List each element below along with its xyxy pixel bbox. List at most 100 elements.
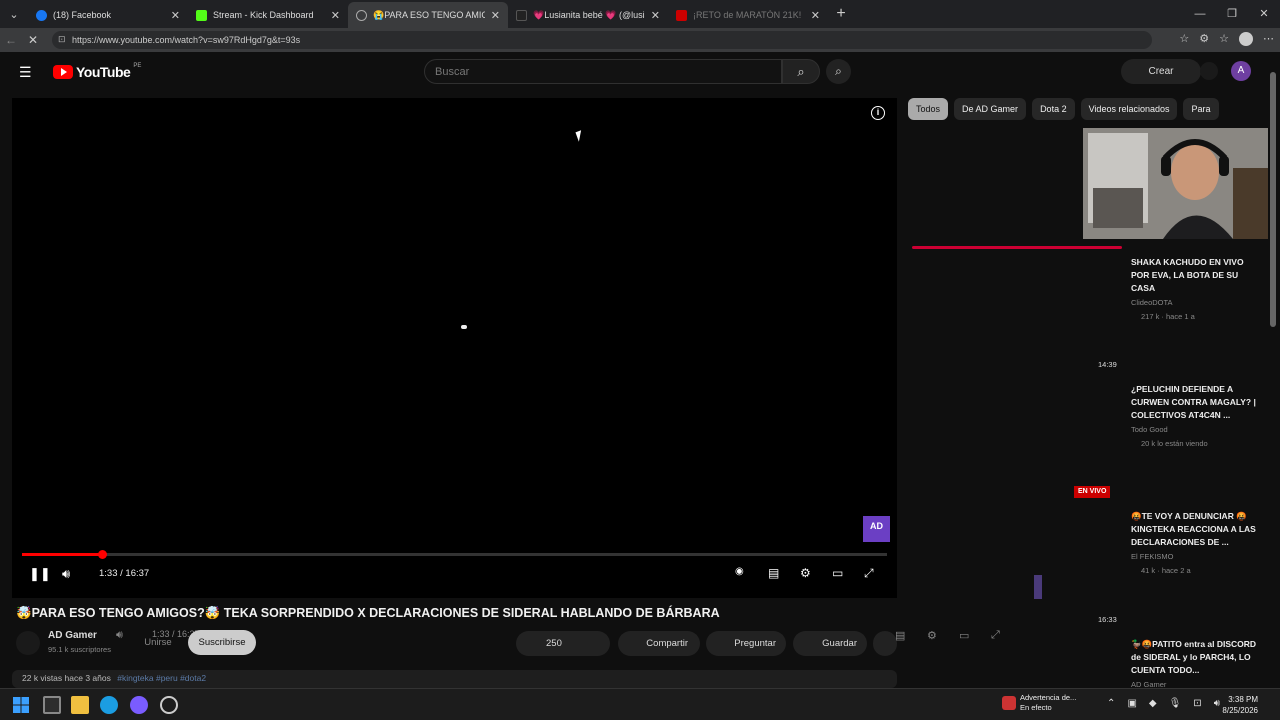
stream-thumbnail-sliver <box>1034 575 1042 599</box>
webcam-image <box>1083 128 1280 239</box>
theater-mode-icon[interactable]: ▭ <box>832 566 843 580</box>
file-explorer-icon[interactable] <box>71 696 89 714</box>
stop-loading-icon[interactable]: ✕ <box>22 33 44 47</box>
scrollbar-thumb[interactable] <box>1270 72 1276 327</box>
address-bar-row: ← ✕ ⊡ https://www.youtube.com/watch?v=sw… <box>0 28 1280 52</box>
subscribe-button[interactable]: Suscribirse <box>188 630 256 655</box>
loading-icon <box>356 9 367 21</box>
settings-gear-icon[interactable]: ⚙ <box>800 566 811 580</box>
discord-icon[interactable] <box>130 696 148 714</box>
close-icon[interactable]: ✕ <box>171 9 180 22</box>
video-player[interactable]: i AD ❚❚ 🔊︎ 1:33 / 16:37 ◉ ▤ ⚙ ▭ ⤢ <box>12 98 897 598</box>
back-arrow-icon[interactable]: ← <box>0 33 22 47</box>
ghost-settings-icon: ⚙ <box>927 630 937 642</box>
chip-all[interactable]: Todos <box>908 98 949 120</box>
more-menu-icon[interactable]: ⋯ <box>1263 32 1274 46</box>
tab-tiktok[interactable]: 💗Lusianita bebé 💗 (@lusisaa26 ✕ <box>508 2 668 28</box>
minimize-icon[interactable]: — <box>1184 0 1216 28</box>
join-button[interactable]: Unirse <box>136 630 180 655</box>
fullscreen-icon[interactable]: ⤢ <box>864 566 874 581</box>
close-icon[interactable]: ✕ <box>331 9 340 22</box>
rec-channel: ClideoDOTA <box>1131 298 1173 307</box>
notifications-icon[interactable] <box>1200 62 1218 80</box>
account-avatar[interactable]: A <box>1231 61 1251 81</box>
chip-dota2[interactable]: Dota 2 <box>1032 98 1075 120</box>
tray-chevron-icon[interactable]: ⌃ <box>1107 698 1115 709</box>
rec-meta: 20 k lo están viendo <box>1141 439 1208 448</box>
recommendation-item[interactable]: SHAKA KACHUDO EN VIVO POR EVA, LA BOTA D… <box>1131 256 1261 321</box>
browser-tab-strip: ⌄ (18) Facebook ✕ Stream - Kick Dashboar… <box>0 0 1280 28</box>
ask-button[interactable]: Preguntar <box>706 631 786 656</box>
ghost-subtitles-icon: ▤ <box>895 630 906 642</box>
close-icon[interactable]: ✕ <box>651 9 660 22</box>
channel-avatar[interactable] <box>16 631 40 655</box>
rec-channel: El FEKISMO <box>1131 552 1174 561</box>
speaker-icon[interactable]: 🔊︎ <box>1214 698 1220 709</box>
rec-duration: 16:33 <box>1098 615 1117 624</box>
info-icon[interactable]: i <box>871 106 885 120</box>
extensions-icon[interactable]: ⚙ <box>1199 32 1209 46</box>
obs-icon[interactable] <box>160 696 178 714</box>
voice-search-icon[interactable]: ⌕ <box>826 59 851 84</box>
close-icon[interactable]: ✕ <box>811 9 820 22</box>
search-button[interactable]: ⌕ <box>782 59 820 84</box>
upload-age: hace 3 años <box>64 673 111 683</box>
search-input[interactable]: Buscar <box>424 59 782 84</box>
chip-from-channel[interactable]: De AD Gamer <box>954 98 1027 120</box>
tab-youtube-current[interactable]: 😭PARA ESO TENGO AMIGOS?😭 ✕ <box>348 2 508 28</box>
ghost-fullscreen-icon: ⤢ <box>991 629 1000 641</box>
like-button[interactable]: 250 <box>516 631 610 656</box>
warning-notification[interactable]: Advertencia de... En efecto <box>1002 693 1076 713</box>
chip-related[interactable]: Videos relacionados <box>1080 98 1178 120</box>
channel-name[interactable]: AD Gamer <box>48 630 97 641</box>
save-button[interactable]: Guardar <box>793 631 867 656</box>
create-button[interactable]: Crear <box>1121 59 1201 84</box>
url-text: https://www.youtube.com/watch?v=sw97RdHg… <box>72 35 301 45</box>
tray-app-icon[interactable]: ▣ <box>1127 698 1136 709</box>
watched-progress-line <box>912 246 1122 249</box>
taskbar-clock[interactable]: 3:38 PM 8/25/2026 <box>1222 694 1258 716</box>
channel-watermark[interactable]: AD <box>863 516 890 542</box>
windows-start-icon[interactable] <box>12 696 30 714</box>
favorite-star-icon[interactable]: ☆ <box>1179 32 1189 46</box>
url-field[interactable]: ⊡ https://www.youtube.com/watch?v=sw97Rd… <box>52 31 1152 49</box>
autoplay-toggle-icon[interactable]: ◉ <box>735 566 744 577</box>
tab-facebook[interactable]: (18) Facebook ✕ <box>28 2 188 28</box>
menu-hamburger-icon[interactable]: ☰ <box>19 64 32 81</box>
progress-bar[interactable] <box>22 550 887 559</box>
close-icon[interactable]: ✕ <box>491 9 500 22</box>
recommendation-item[interactable]: 🦆🤬PATITO entra al DISCORD de SIDERAL y l… <box>1131 638 1261 689</box>
more-actions-button[interactable] <box>873 631 897 656</box>
view-count: 22 k vistas <box>22 673 63 683</box>
windows-taskbar: Advertencia de... En efecto ⌃ ▣ ◆ 🎙︎ ⊡ 🔊︎… <box>0 688 1280 720</box>
description-box[interactable]: 22 k vistas hace 3 años #kingteka #peru … <box>12 670 897 688</box>
edge-icon[interactable] <box>100 696 118 714</box>
recommendation-item[interactable]: 🤬TE VOY A DENUNCIAR 🤬 KINGTEKA REACCIONA… <box>1131 510 1261 575</box>
new-tab-plus-icon[interactable]: + <box>828 5 854 23</box>
restore-icon[interactable]: ❐ <box>1216 0 1248 28</box>
favorites-icon[interactable]: ☆ <box>1219 32 1229 46</box>
tab-list-chevron-icon[interactable]: ⌄ <box>0 0 28 28</box>
filter-chips: Todos De AD Gamer Dota 2 Videos relacion… <box>908 98 1219 120</box>
tab-youtube-2[interactable]: ¡RETO de MARATÓN 21K! 🏃 ✕ <box>668 2 828 28</box>
tray-nvidia-icon[interactable]: ◆ <box>1149 698 1157 709</box>
site-info-icon[interactable]: ⊡ <box>58 34 66 45</box>
recommendation-item[interactable]: ¿PELUCHIN DEFIENDE A CURWEN CONTRA MAGAL… <box>1131 383 1261 448</box>
close-window-icon[interactable]: ✕ <box>1248 0 1280 28</box>
chip-for-you[interactable]: Para <box>1183 98 1219 120</box>
task-view-icon[interactable] <box>43 696 61 714</box>
volume-icon[interactable]: 🔊︎ <box>62 566 70 582</box>
hashtags[interactable]: #kingteka #peru #dota2 <box>117 673 206 683</box>
tab-title: (18) Facebook <box>53 10 112 20</box>
youtube-logo[interactable]: YouTube PE <box>53 63 141 80</box>
tab-kick[interactable]: Stream - Kick Dashboard ✕ <box>188 2 348 28</box>
scrubber-handle[interactable] <box>98 550 108 559</box>
network-icon[interactable]: ⊡ <box>1193 698 1201 709</box>
microphone-icon[interactable]: 🎙︎ <box>1169 698 1182 709</box>
page-scrollbar[interactable] <box>1268 52 1280 688</box>
share-button[interactable]: Compartir <box>618 631 700 656</box>
webcam-overlay <box>1083 128 1280 239</box>
profile-avatar[interactable] <box>1239 32 1253 46</box>
pause-icon[interactable]: ❚❚ <box>29 566 51 582</box>
subtitles-icon[interactable]: ▤ <box>768 566 779 580</box>
